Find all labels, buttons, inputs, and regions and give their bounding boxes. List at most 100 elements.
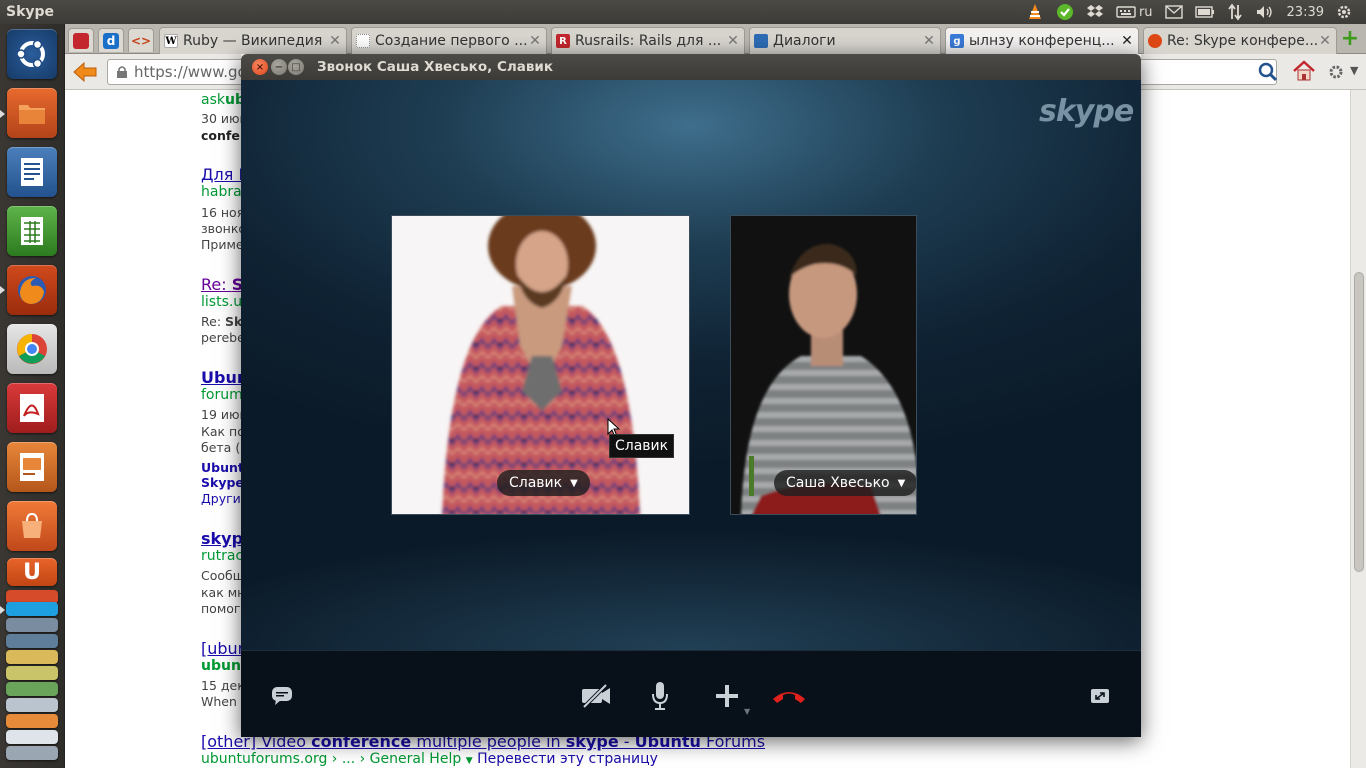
launcher-stack-item[interactable] — [6, 698, 58, 712]
launcher-stack-item[interactable] — [6, 730, 58, 744]
fullscreen-button[interactable] — [1083, 679, 1117, 713]
browser-tab-bar: d <> W Ruby — Википедия ✕ Создание перво… — [65, 24, 1366, 54]
chat-button[interactable] — [265, 679, 299, 713]
tab-close-icon[interactable]: ✕ — [528, 33, 542, 49]
tab-first-creation[interactable]: Создание первого ... ✕ — [351, 27, 547, 54]
tab-rusrails[interactable]: R Rusrails: Rails для ... ✕ — [551, 27, 745, 54]
scrollbar-thumb[interactable] — [1354, 272, 1364, 572]
tab-ruby[interactable]: W Ruby — Википедия ✕ — [159, 27, 347, 54]
tab-close-icon[interactable]: ✕ — [1318, 33, 1332, 49]
code-icon: <> — [130, 33, 152, 48]
trash-launcher-icon[interactable] — [6, 746, 58, 760]
pinned-tab[interactable] — [68, 28, 94, 52]
launcher-stack-item[interactable] — [6, 650, 58, 664]
window-maximize-button[interactable]: □ — [288, 59, 304, 75]
skype-call-window: × − □ Звонок Саша Хвесько, Славик skype — [241, 54, 1141, 737]
launcher: U — [0, 24, 65, 768]
launcher-stack-item[interactable] — [6, 666, 58, 680]
home-icon[interactable] — [1292, 59, 1316, 83]
dropbox-icon[interactable] — [1086, 3, 1104, 21]
dialog-icon — [754, 34, 768, 48]
power-gear-icon[interactable] — [1336, 3, 1352, 21]
skype-launcher-icon[interactable] — [6, 602, 58, 616]
impress-launcher-icon[interactable] — [7, 442, 57, 492]
update-check-icon[interactable] — [1056, 3, 1074, 21]
vlc-icon[interactable] — [1026, 3, 1044, 21]
result-snippet: звонко — [201, 221, 247, 236]
result-link[interactable]: Re: S — [201, 275, 243, 294]
hang-up-button[interactable] — [769, 679, 809, 713]
participant-name-dropdown[interactable]: Саша Хвесько ▼ — [774, 470, 916, 496]
participant-name: Славик — [509, 475, 563, 491]
google-icon: g — [950, 34, 964, 48]
pdf-reader-launcher-icon[interactable] — [7, 383, 57, 433]
video-toggle-button[interactable] — [579, 679, 613, 713]
rusrails-icon: R — [556, 34, 570, 48]
search-icon[interactable] — [1258, 62, 1278, 82]
back-arrow-icon — [73, 61, 97, 83]
tab-label: Rusrails: Rails для ... — [575, 33, 722, 49]
clock[interactable]: 23:39 — [1287, 3, 1324, 21]
addon-gear-icon[interactable] — [1327, 63, 1345, 81]
window-minimize-button[interactable]: − — [271, 59, 287, 75]
calc-launcher-icon[interactable] — [7, 206, 57, 256]
pinned-tab[interactable]: d — [98, 28, 124, 52]
volume-icon[interactable] — [1255, 3, 1275, 21]
indicator-area: ru 23:39 — [1026, 0, 1352, 24]
stage-glow — [241, 530, 1141, 650]
launcher-stack-item[interactable] — [6, 618, 58, 632]
add-participant-button[interactable] — [710, 679, 744, 713]
tab-dialogs[interactable]: Диалоги ✕ — [749, 27, 941, 54]
tab-label: ылнзу конференц... — [969, 33, 1115, 49]
result-sitelink[interactable]: Skype — [201, 475, 244, 490]
participant-name-dropdown[interactable]: Славик ▼ — [497, 470, 590, 496]
fullscreen-icon — [1091, 689, 1109, 703]
tab-skype-forum[interactable]: Re: Skype конфере... ✕ — [1143, 27, 1337, 54]
dash-button[interactable] — [7, 29, 57, 79]
result-snippet: Сообщ — [201, 568, 245, 583]
tab-close-icon[interactable]: ✕ — [726, 33, 740, 49]
tab-label: Re: Skype конфере... — [1167, 33, 1318, 49]
video-off-icon — [582, 683, 610, 709]
add-menu-chevron-icon[interactable]: ▼ — [744, 707, 750, 716]
participant-video-tile[interactable]: Саша Хвесько ▼ — [730, 215, 917, 515]
result-snippet: Приме — [201, 237, 244, 252]
window-titlebar[interactable]: × − □ Звонок Саша Хвесько, Славик — [241, 54, 1141, 80]
window-close-button[interactable]: × — [252, 59, 268, 75]
ubuntu-one-glyph: U — [23, 559, 41, 585]
result-snippet: confe — [201, 128, 240, 143]
menu-arrow-icon[interactable]: ▼ — [1350, 64, 1358, 77]
tab-close-icon[interactable]: ✕ — [328, 33, 342, 49]
tab-google-search[interactable]: g ылнзу конференц... ✕ — [945, 27, 1139, 54]
tab-close-icon[interactable]: ✕ — [1120, 33, 1134, 49]
new-tab-button[interactable]: + — [1340, 28, 1360, 50]
battery-icon[interactable] — [1194, 3, 1215, 21]
lock-icon — [117, 66, 127, 78]
files-launcher-icon[interactable] — [7, 88, 57, 138]
firefox-launcher-icon[interactable] — [7, 265, 57, 315]
participant-video-tile[interactable]: Славик ▼ — [391, 215, 690, 515]
launcher-stack-item[interactable] — [6, 714, 58, 728]
wikipedia-icon: W — [164, 34, 178, 48]
pinned-tab[interactable]: <> — [128, 28, 154, 52]
network-icon[interactable] — [1227, 3, 1243, 21]
url-text: https://www.goo — [134, 63, 256, 81]
mail-icon[interactable] — [1164, 3, 1183, 21]
microphone-button[interactable] — [643, 679, 677, 713]
launcher-stack-item[interactable] — [6, 682, 58, 696]
result-snippet: как мн — [201, 585, 246, 600]
page-scrollbar[interactable] — [1350, 90, 1366, 768]
launcher-stack-item[interactable] — [6, 634, 58, 648]
chevron-down-icon: ▼ — [570, 477, 578, 489]
tab-close-icon[interactable]: ✕ — [922, 33, 936, 49]
back-button[interactable] — [71, 58, 99, 86]
chrome-launcher-icon[interactable] — [7, 324, 57, 374]
ubuntu-one-launcher-icon[interactable]: U — [7, 558, 57, 586]
software-center-launcher-icon[interactable] — [7, 501, 57, 551]
translate-link[interactable]: Перевести эту страницу — [477, 751, 658, 767]
ubuntu-logo-icon — [16, 39, 45, 69]
result-snippet: 16 ноя — [201, 205, 245, 220]
keyboard-icon[interactable]: ru — [1116, 3, 1153, 21]
writer-launcher-icon[interactable] — [7, 147, 57, 197]
call-stage: skype Славик ▼ Саша Хвесько ▼ Славик — [241, 80, 1141, 650]
